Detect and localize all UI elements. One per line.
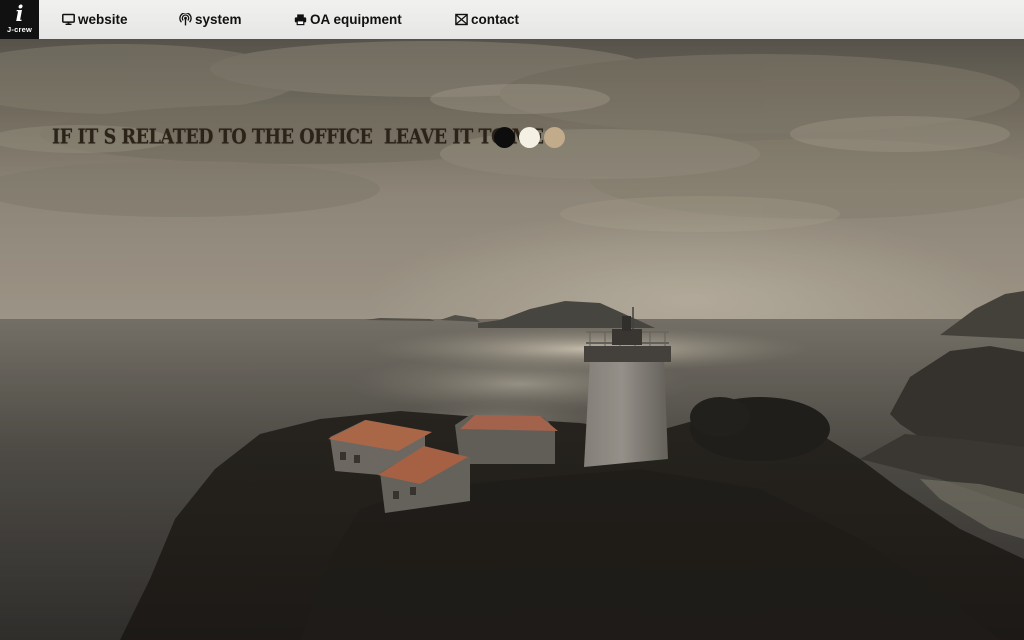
color-dot-tan[interactable] — [544, 127, 565, 148]
printer-icon — [294, 13, 307, 26]
envelope-icon — [455, 13, 468, 26]
nav-label-oa-equipment: OA equipment — [310, 12, 402, 27]
page: i J-crew website system OA equipment con… — [0, 0, 1024, 640]
nav-item-contact[interactable]: contact — [455, 0, 519, 39]
nav-label-contact: contact — [471, 12, 520, 27]
logo-name: J-crew — [7, 25, 32, 34]
monitor-icon — [62, 13, 75, 26]
hero-tagline: IF IT S RELATED TO THE OFFICE LEAVE IT T… — [52, 126, 544, 150]
nav-item-oa-equipment[interactable]: OA equipment — [294, 0, 402, 39]
logo-glyph: i — [15, 1, 24, 26]
color-theme-switcher — [494, 127, 565, 148]
color-dot-black[interactable] — [494, 127, 515, 148]
top-nav-bar: i J-crew website system OA equipment con… — [0, 0, 1024, 39]
nav-item-system[interactable]: system — [179, 0, 242, 39]
broadcast-icon — [179, 13, 192, 26]
site-logo[interactable]: i J-crew — [0, 0, 39, 39]
nav-item-website[interactable]: website — [62, 0, 128, 39]
color-dot-cream[interactable] — [519, 127, 540, 148]
nav-label-website: website — [78, 12, 128, 27]
nav-label-system: system — [195, 12, 242, 27]
